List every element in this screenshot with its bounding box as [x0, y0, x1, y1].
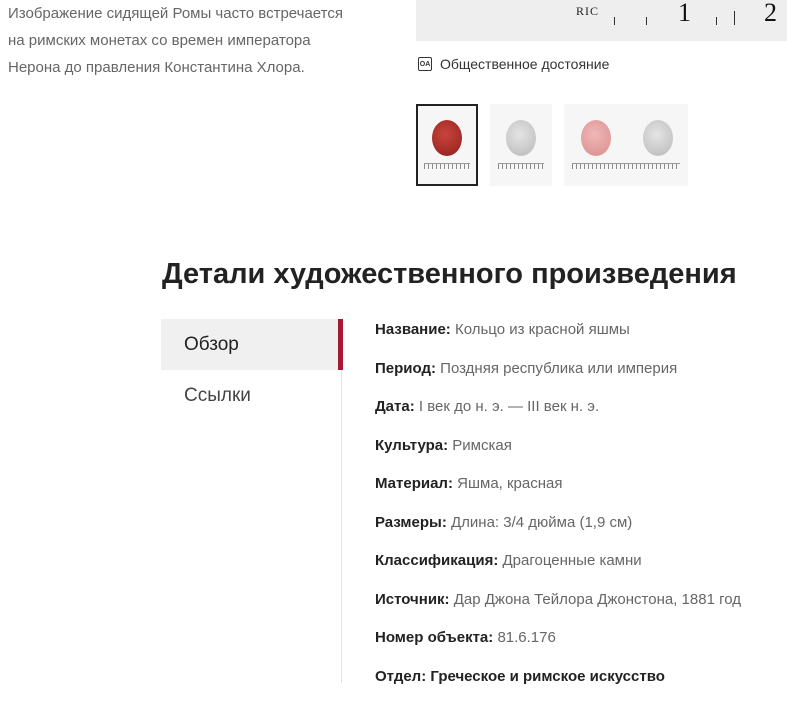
ruler-label: RIC	[576, 4, 599, 19]
detail-row-classification: Классификация: Драгоценные камни	[375, 552, 787, 591]
detail-label: Номер объекта:	[375, 629, 493, 646]
detail-row-medium: Материал: Яшма, красная	[375, 475, 787, 514]
license-text: Общественное достояние	[440, 56, 609, 72]
detail-row-department: Отдел: Греческое и римское искусство	[375, 668, 787, 706]
detail-label: Отдел:	[375, 668, 426, 685]
detail-value: Длина: 3/4 дюйма (1,9 см)	[451, 514, 632, 531]
detail-value: 81.6.176	[497, 629, 555, 646]
detail-label: Период:	[375, 360, 436, 377]
detail-value: Яшма, красная	[457, 475, 562, 492]
detail-row-dimensions: Размеры: Длина: 3/4 дюйма (1,9 см)	[375, 514, 787, 553]
detail-label: Дата:	[375, 398, 415, 415]
thumbnail-strip	[416, 104, 688, 186]
detail-label: Культура:	[375, 437, 448, 454]
nav-item-references[interactable]: Ссылки	[161, 370, 342, 421]
license-info: OA Общественное достояние	[418, 56, 609, 72]
detail-value: Дар Джона Тейлора Джонстона, 1881 год	[454, 591, 741, 608]
detail-value: Кольцо из красной яшмы	[455, 321, 630, 338]
gem-image	[432, 120, 462, 156]
detail-row-date: Дата: I век до н. э. — III век н. э.	[375, 398, 787, 437]
description-line: на римских монетах со времен императора	[8, 27, 388, 54]
gem-image	[643, 120, 673, 156]
details-side-nav: Обзор Ссылки	[161, 319, 342, 421]
description-line: Изображение сидящей Ромы часто встречает…	[8, 0, 388, 27]
ruler-image	[498, 163, 544, 176]
detail-row-period: Период: Поздняя республика или империя	[375, 360, 787, 399]
detail-label: Размеры:	[375, 514, 447, 531]
description-line: Нерона до правления Константина Хлора.	[8, 54, 388, 81]
detail-row-object-number: Номер объекта: 81.6.176	[375, 629, 787, 668]
detail-label: Источник:	[375, 591, 450, 608]
thumbnail-grey-view[interactable]	[490, 104, 552, 186]
detail-row-culture: Культура: Римская	[375, 437, 787, 476]
nav-item-overview[interactable]: Обзор	[161, 319, 342, 370]
ruler-number: 1	[678, 0, 691, 28]
detail-label: Название:	[375, 321, 451, 338]
artwork-description: Изображение сидящей Ромы часто встречает…	[8, 0, 388, 81]
detail-value: I век до н. э. — III век н. э.	[419, 398, 599, 415]
detail-value: Поздняя республика или империя	[440, 360, 677, 377]
main-artwork-image[interactable]: RIC 1 2	[416, 0, 787, 41]
thumbnail-pair-view[interactable]	[564, 104, 688, 186]
ruler-image	[572, 163, 680, 176]
detail-label: Материал:	[375, 475, 453, 492]
gem-image	[506, 120, 536, 156]
department-link[interactable]: Греческое и римское искусство	[430, 668, 665, 685]
detail-value: Римская	[452, 437, 512, 454]
thumbnail-red-view[interactable]	[416, 104, 478, 186]
open-access-icon: OA	[418, 57, 432, 71]
gem-image	[581, 120, 611, 156]
detail-label: Классификация:	[375, 552, 498, 569]
ruler-image	[424, 163, 470, 176]
detail-row-title: Название: Кольцо из красной яшмы	[375, 321, 787, 360]
ruler-number: 2	[764, 0, 777, 28]
section-title: Детали художественного произведения	[162, 258, 737, 291]
detail-value: Драгоценные камни	[503, 552, 642, 569]
detail-row-credit-line: Источник: Дар Джона Тейлора Джонстона, 1…	[375, 591, 787, 630]
artwork-details: Название: Кольцо из красной яшмы Период:…	[375, 321, 787, 706]
